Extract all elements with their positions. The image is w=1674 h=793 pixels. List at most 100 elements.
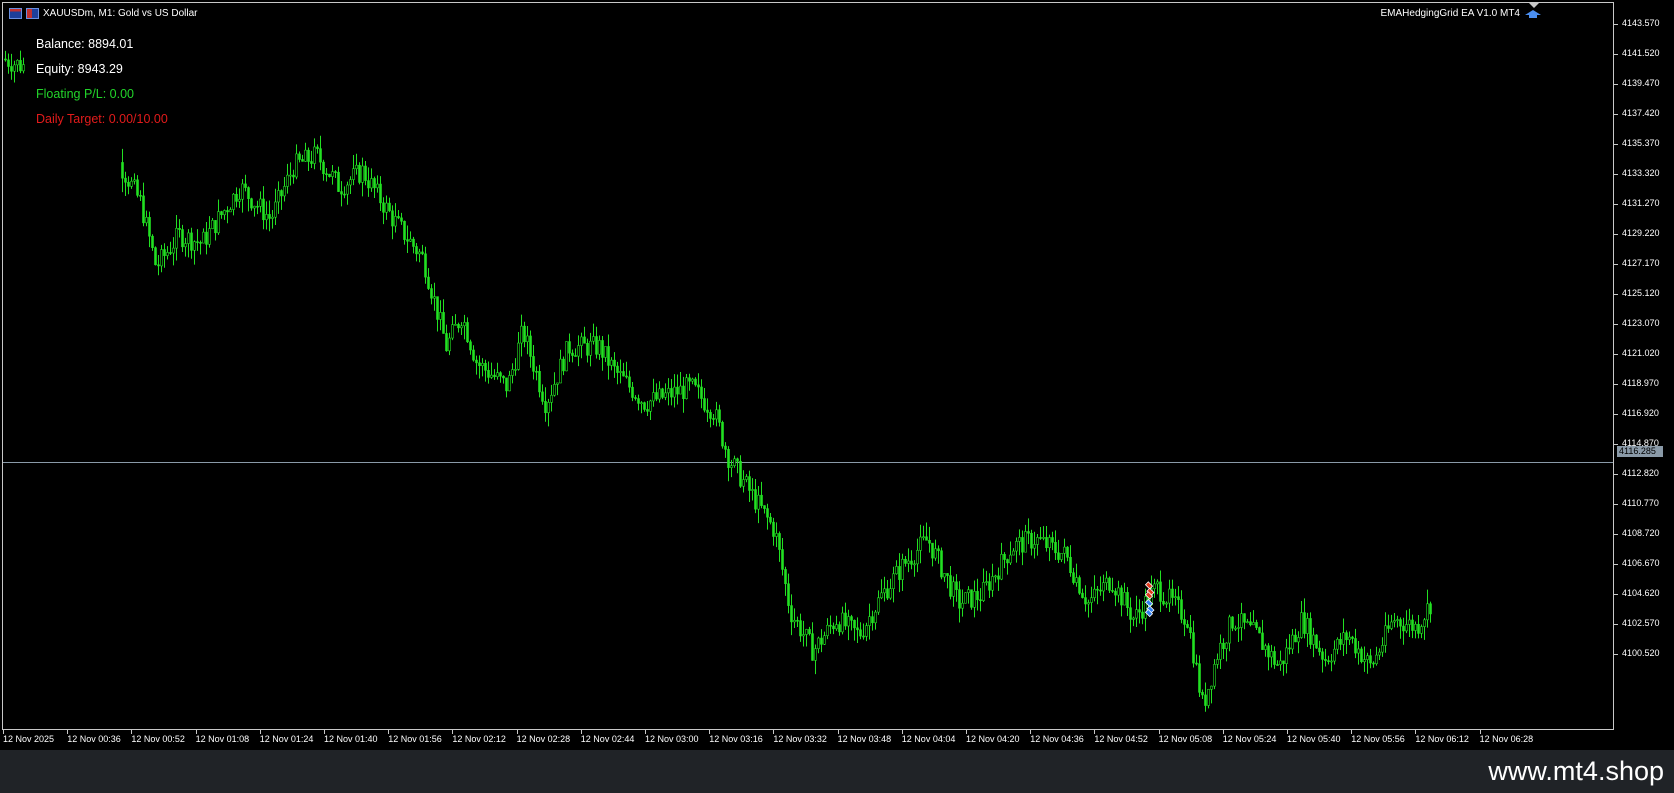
candle xyxy=(562,356,565,376)
candle xyxy=(550,384,553,412)
candle xyxy=(1240,602,1243,641)
trading-icon[interactable] xyxy=(26,8,39,19)
candle xyxy=(1108,576,1111,594)
time-label: 12 Nov 01:08 xyxy=(195,734,250,744)
candle xyxy=(187,229,190,258)
candle xyxy=(1030,529,1033,556)
candle xyxy=(208,216,211,248)
candle xyxy=(298,151,301,163)
candle xyxy=(802,620,805,647)
symbol-title: XAUUSDm, M1: Gold vs US Dollar xyxy=(43,8,198,19)
time-label: 12 Nov 2025 xyxy=(3,734,55,744)
price-label: 4125.120 xyxy=(1622,288,1660,298)
candle xyxy=(1423,618,1426,640)
candle xyxy=(127,176,130,195)
candle xyxy=(757,486,760,524)
price-label: 4129.220 xyxy=(1622,228,1660,238)
price-label: 4118.970 xyxy=(1622,378,1659,388)
candle xyxy=(337,166,340,193)
candle xyxy=(271,210,274,229)
candle xyxy=(1417,615,1420,639)
candle xyxy=(751,478,754,501)
account-info-panel: Balance: 8894.01 Equity: 8943.29 Floatin… xyxy=(36,36,168,136)
candle xyxy=(793,608,796,628)
candle xyxy=(1255,619,1258,631)
candle xyxy=(226,206,229,224)
candle xyxy=(268,200,271,232)
candle xyxy=(412,236,415,254)
candle xyxy=(376,175,379,193)
floating-pl-label: Floating P/L: 0.00 xyxy=(36,87,134,101)
candle xyxy=(766,503,769,530)
candle xyxy=(1297,631,1300,654)
price-tick xyxy=(1614,144,1618,145)
candle xyxy=(508,370,511,392)
shift-marker-icon[interactable] xyxy=(1529,3,1539,8)
candle xyxy=(1156,579,1159,595)
candle xyxy=(1204,682,1207,712)
candle xyxy=(1342,618,1345,656)
candle xyxy=(241,179,244,213)
candlestick-chart[interactable] xyxy=(3,3,1614,730)
candle xyxy=(667,378,670,406)
candle xyxy=(856,617,859,643)
candle xyxy=(370,168,373,192)
price-tick xyxy=(1614,264,1618,265)
candle xyxy=(682,376,685,413)
chart-window[interactable]: XAUUSDm, M1: Gold vs US Dollar EMAHedgin… xyxy=(0,0,1674,750)
candle xyxy=(1198,655,1201,697)
candle xyxy=(1024,524,1027,553)
price-tick xyxy=(1614,534,1618,535)
candle xyxy=(1303,598,1306,639)
candle xyxy=(1315,634,1318,649)
candle xyxy=(145,210,148,227)
candle xyxy=(355,153,358,175)
candle xyxy=(1213,659,1216,690)
candle xyxy=(1285,638,1288,674)
balance-label: Balance: 8894.01 xyxy=(36,37,134,51)
price-tick xyxy=(1614,354,1618,355)
graduation-cap-icon[interactable] xyxy=(1525,9,1541,19)
candle xyxy=(1273,646,1276,669)
candle xyxy=(220,210,223,219)
candle xyxy=(1207,688,1210,709)
candle xyxy=(694,377,697,387)
candle xyxy=(907,548,910,573)
chart-menu-icon[interactable] xyxy=(9,8,22,19)
price-label: 4110.770 xyxy=(1622,498,1659,508)
time-label: 12 Nov 04:52 xyxy=(1094,734,1148,744)
price-label: 4106.670 xyxy=(1622,558,1660,568)
candle xyxy=(1282,660,1285,676)
candle xyxy=(421,244,424,256)
time-label: 12 Nov 04:20 xyxy=(966,734,1020,744)
candle xyxy=(460,322,463,335)
candle xyxy=(439,300,442,331)
candle xyxy=(865,622,868,642)
candle xyxy=(781,538,784,576)
candle xyxy=(934,539,937,561)
candle xyxy=(841,606,844,635)
price-tick xyxy=(1614,294,1618,295)
time-label: 12 Nov 05:40 xyxy=(1287,734,1341,744)
price-label: 4100.520 xyxy=(1622,648,1660,658)
candle xyxy=(286,163,289,194)
candle xyxy=(1321,648,1324,673)
candle xyxy=(154,246,157,266)
price-tick xyxy=(1614,624,1618,625)
candle xyxy=(151,234,154,251)
candle xyxy=(1033,531,1036,559)
candle xyxy=(1201,689,1204,699)
candle xyxy=(232,193,235,216)
price-chart[interactable]: XAUUSDm, M1: Gold vs US Dollar EMAHedgin… xyxy=(2,2,1614,730)
candle xyxy=(1174,588,1177,606)
candle xyxy=(577,335,580,367)
price-label: 4123.070 xyxy=(1622,318,1660,328)
candle xyxy=(532,344,535,380)
candle xyxy=(133,173,136,185)
candle xyxy=(379,176,382,211)
time-label: 12 Nov 02:12 xyxy=(452,734,506,744)
candle xyxy=(358,162,361,185)
candle xyxy=(712,413,715,426)
candle xyxy=(652,378,655,407)
candle xyxy=(130,177,133,189)
